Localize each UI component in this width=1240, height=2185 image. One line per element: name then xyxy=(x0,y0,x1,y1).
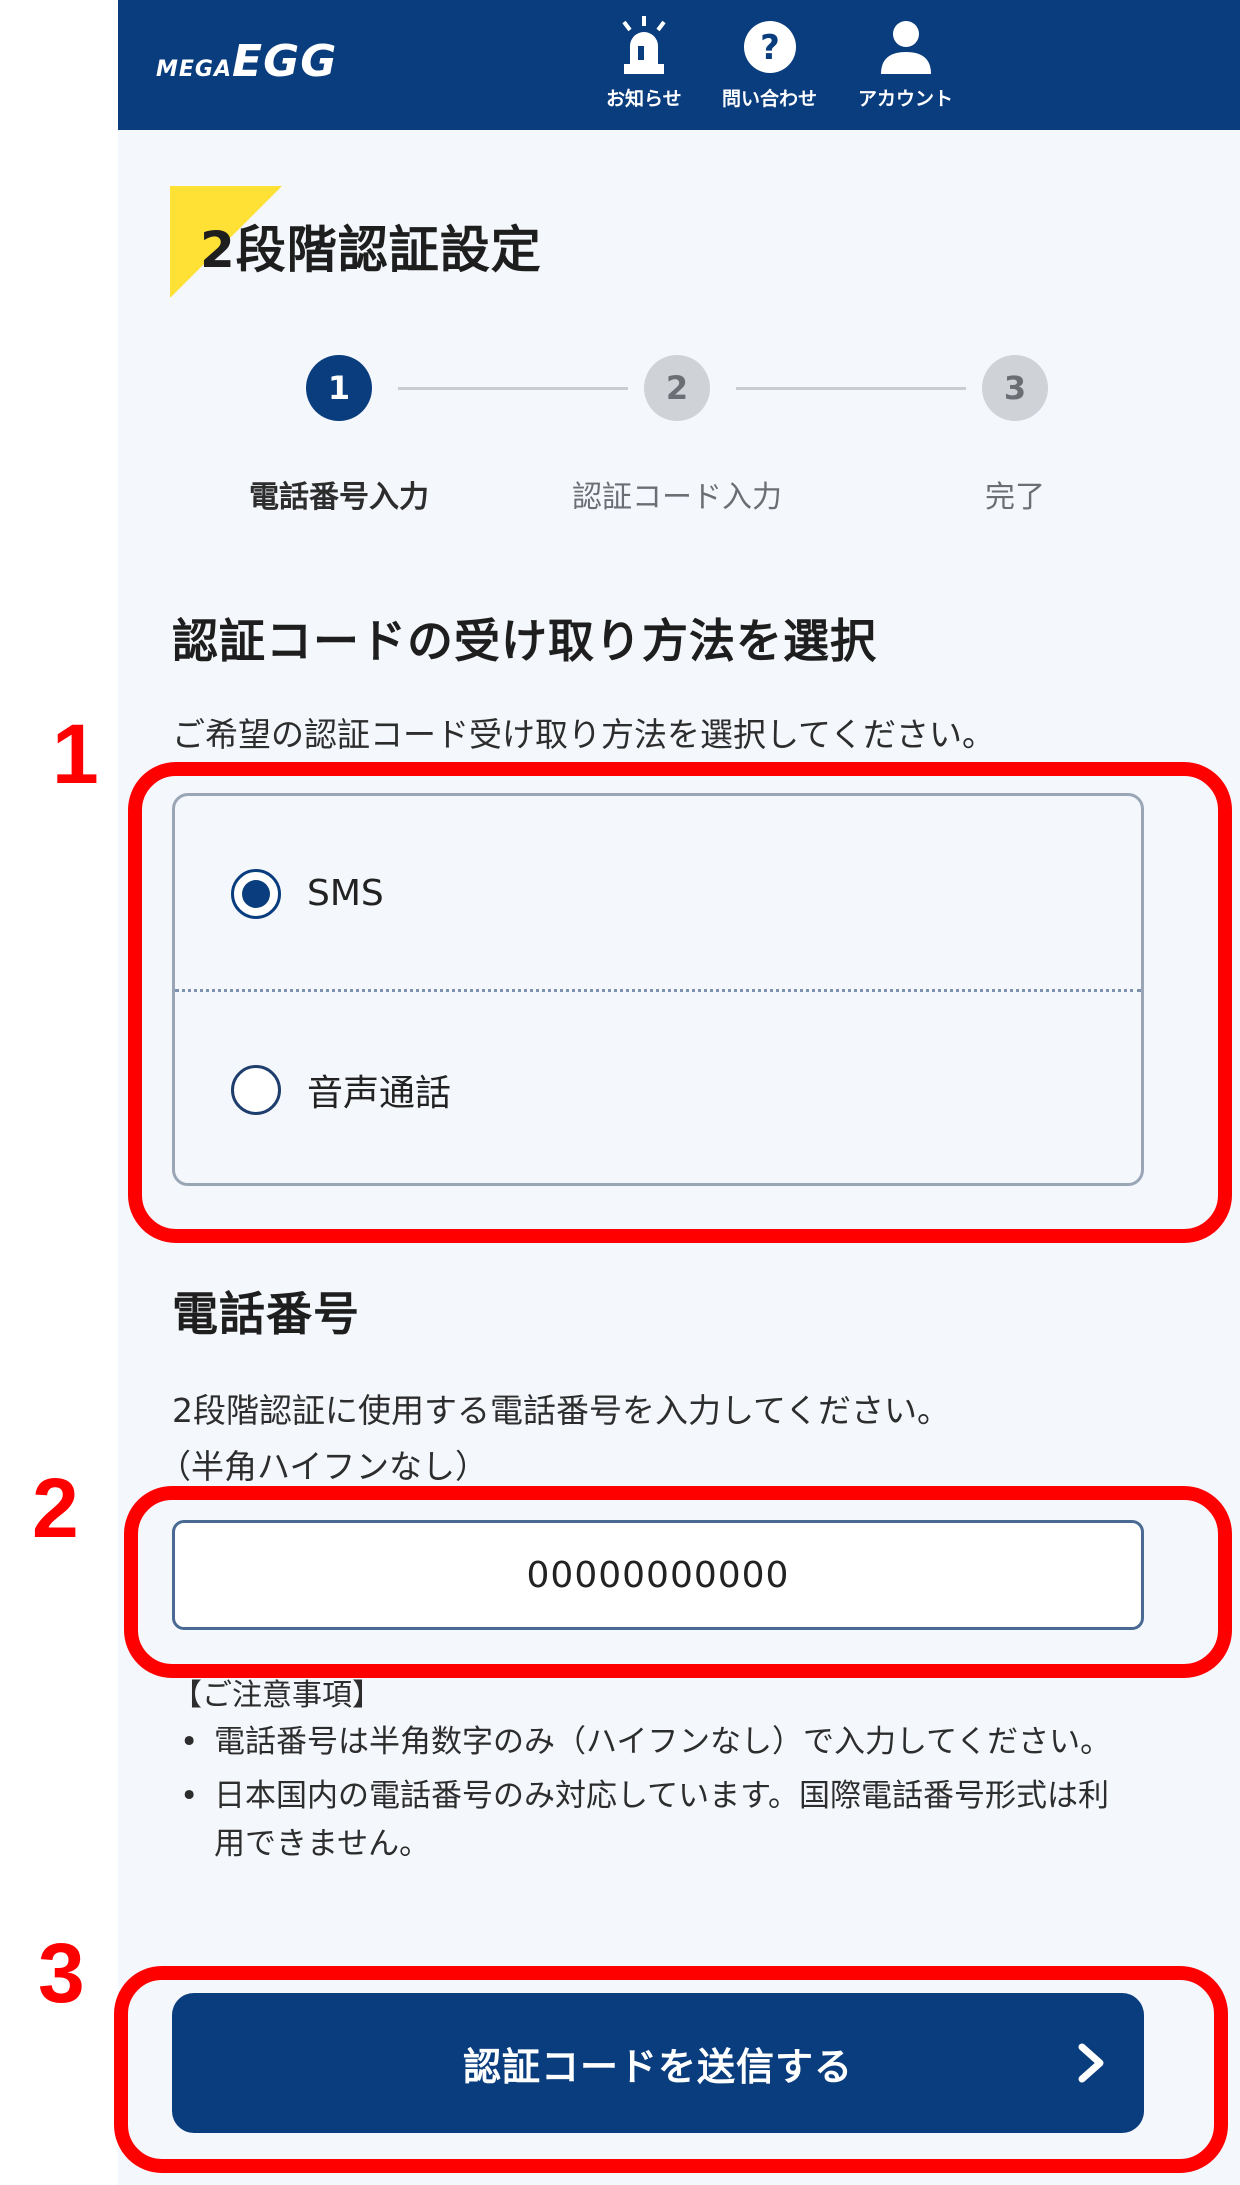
nav-label-account: アカウント xyxy=(858,88,954,110)
radio-label-sms: SMS xyxy=(307,873,384,914)
step-1-circle: 1 xyxy=(306,355,372,421)
logo-egg-text: EGG xyxy=(232,36,338,87)
phone-heading: 電話番号 xyxy=(172,1287,360,1341)
note-item: 電話番号は半角数字のみ（ハイフンなし）で入力してください。 xyxy=(176,1718,1116,1766)
stepper-connector-2 xyxy=(736,387,966,390)
megaegg-logo[interactable]: MEGA EGG xyxy=(156,36,338,87)
annotation-number-2: 2 xyxy=(32,1461,79,1555)
radio-option-voice[interactable]: 音声通話 xyxy=(175,992,1141,1187)
phone-number-input[interactable] xyxy=(172,1520,1144,1630)
left-margin xyxy=(0,0,118,2185)
header-nav-news[interactable]: お知らせ xyxy=(606,14,682,111)
radio-button-voice[interactable] xyxy=(231,1064,281,1115)
phone-description-line1: 2段階認証に使用する電話番号を入力してください。 xyxy=(172,1391,951,1430)
method-heading: 認証コードの受け取り方法を選択 xyxy=(172,614,877,668)
radio-option-sms[interactable]: SMS xyxy=(175,796,1141,991)
annotation-number-3: 3 xyxy=(38,1926,85,2020)
header-nav-contact[interactable]: ? 問い合わせ xyxy=(722,14,817,111)
logo-mega-text: MEGA xyxy=(156,57,233,82)
note-item: 日本国内の電話番号のみ対応しています。国際電話番号形式は利用できません。 xyxy=(176,1772,1116,1868)
radio-label-voice: 音声通話 xyxy=(307,1072,452,1114)
notes-list: 電話番号は半角数字のみ（ハイフンなし）で入力してください。 日本国内の電話番号の… xyxy=(176,1718,1116,1874)
mobile-screen: MEGA EGG お知らせ ? 問い合わせ アカウント 2段階認証設定 1 2 … xyxy=(118,0,1240,2185)
nav-label-contact: 問い合わせ xyxy=(722,88,818,110)
svg-text:?: ? xyxy=(760,28,780,68)
step-2-label: 認証コード入力 xyxy=(572,480,782,515)
send-code-button[interactable]: 認証コードを送信する xyxy=(172,1993,1144,2133)
step-3-circle: 3 xyxy=(982,355,1048,421)
radio-button-sms[interactable] xyxy=(231,868,281,919)
step-1-label: 電話番号入力 xyxy=(249,480,429,515)
site-header: MEGA EGG お知らせ ? 問い合わせ アカウント xyxy=(118,0,1240,130)
method-description: ご希望の認証コード受け取り方法を選択してください。 xyxy=(172,715,996,754)
notes-heading: 【ご注意事項】 xyxy=(172,1678,382,1713)
step-2-circle: 2 xyxy=(644,355,710,421)
radio-checked-dot xyxy=(242,879,270,908)
chevron-right-icon xyxy=(1078,2043,1104,2083)
question-icon: ? xyxy=(743,21,796,73)
page-title: 2段階認証設定 xyxy=(200,221,542,279)
method-radio-group: SMS 音声通話 xyxy=(172,793,1144,1186)
person-icon xyxy=(880,21,931,74)
header-nav-account[interactable]: アカウント xyxy=(858,14,953,111)
siren-icon xyxy=(622,16,666,74)
nav-label-news: お知らせ xyxy=(606,88,682,110)
stepper-connector-1 xyxy=(398,387,628,390)
phone-description-line2: （半角ハイフンなし） xyxy=(158,1447,488,1486)
step-3-label: 完了 xyxy=(985,480,1045,515)
send-code-button-label: 認証コードを送信する xyxy=(462,2044,853,2089)
annotation-number-1: 1 xyxy=(52,707,99,801)
